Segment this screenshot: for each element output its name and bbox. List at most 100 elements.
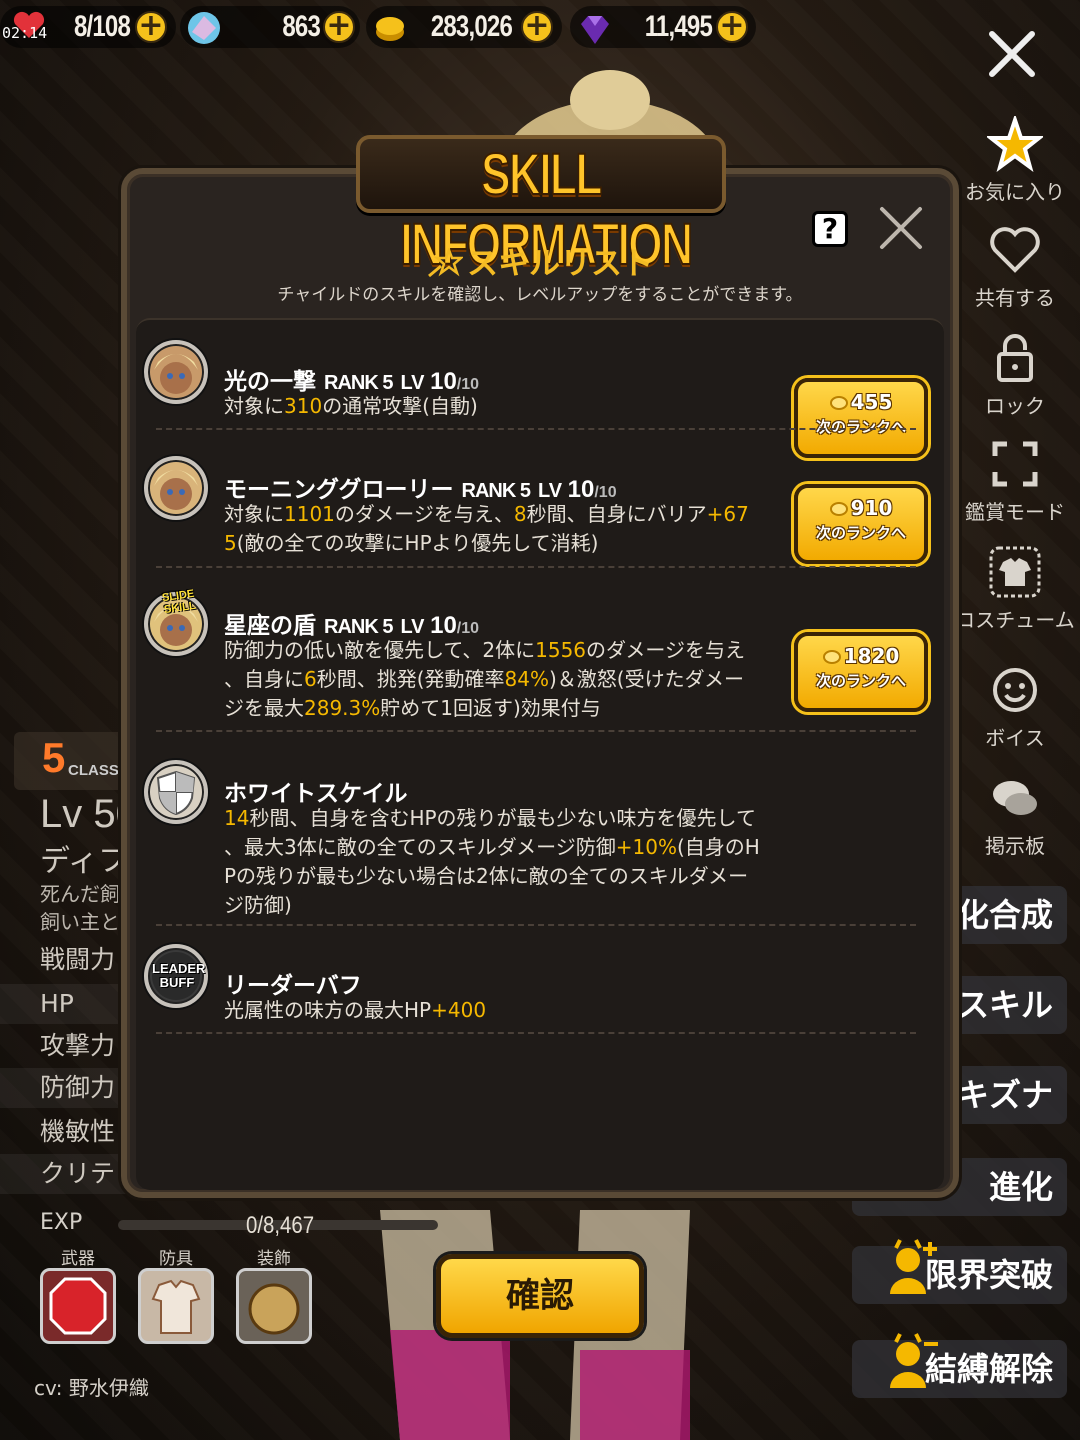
coin-icon <box>829 396 848 410</box>
voice-actor: cv: 野水伊織 <box>34 1376 149 1400</box>
skill-name-line: 光の一撃 RANK 5 LV 10/10 <box>224 362 479 396</box>
share-label: 共有する <box>975 286 1055 310</box>
rank-up-cost: 910 <box>798 496 924 520</box>
weapon-slot[interactable] <box>40 1268 116 1344</box>
stat-hp: HP <box>0 984 140 1024</box>
clock: 02:14 <box>2 24 48 42</box>
view-mode-label: 鑑賞モード <box>965 500 1065 524</box>
voice-label: ボイス <box>985 726 1045 750</box>
board-label: 掲示板 <box>985 834 1045 858</box>
coin-icon <box>822 650 841 664</box>
skill-description: 光属性の味方の最大HP+400 <box>224 998 487 1022</box>
shirt-icon <box>151 1279 201 1334</box>
dialog-description: チャイルドのスキルを確認し、レベルアップをすることができます。 <box>277 285 803 305</box>
skill-name-line: リーダーバフ <box>224 966 362 1000</box>
skill-name-line: モーニンググローリー RANK 5 LV 10/10 <box>224 470 617 504</box>
dialog-title: SKILL INFORMATION <box>400 141 694 278</box>
exp-label: EXP <box>40 1210 83 1235</box>
row-separator <box>156 730 916 732</box>
costume-label: コスチューム <box>955 608 1075 632</box>
class-badge: 5 CLASS <box>14 732 124 790</box>
unbind-button[interactable]: 結縛解除 <box>852 1333 1067 1398</box>
hive-icon <box>248 1283 300 1335</box>
unbind-icon <box>890 1333 938 1388</box>
lock-button[interactable]: ロック <box>955 330 1075 419</box>
skill-level: LV 10/10 <box>400 368 480 395</box>
accessory-label: 装飾 <box>257 1249 291 1269</box>
skill-description: 対象に1101のダメージを与え、8秒間、自身にバリア+67 5(敵の全ての攻撃にH… <box>224 502 749 555</box>
smile-icon <box>993 668 1037 712</box>
skill-rank: RANK 5 <box>324 372 393 394</box>
rank-up-label: 次のランクへ <box>815 524 906 542</box>
share-button[interactable]: 共有する <box>955 222 1075 311</box>
help-button[interactable]: ? <box>812 211 848 247</box>
skill-description: 防御力の低い敵を優先して、2体に1556のダメージを与え 、自身に6秒間、挑発(発… <box>224 638 746 720</box>
armor-slot[interactable] <box>138 1268 214 1344</box>
stat-critical: クリテ <box>0 1154 140 1194</box>
character-desc-2: 飼い主と <box>40 910 120 934</box>
gem-value: 11,495 <box>644 10 713 43</box>
chat-icon <box>993 781 1037 815</box>
dialog-close-icon[interactable] <box>878 205 924 251</box>
limit-break-icon <box>890 1239 937 1294</box>
crystal-icon <box>188 12 220 44</box>
skill-icon <box>144 456 208 520</box>
class-word: CLASS <box>68 762 119 779</box>
rank-up-button[interactable]: 455 次のランクへ <box>794 378 928 458</box>
crystal-value: 863 <box>282 10 320 43</box>
add-gold-button[interactable]: + <box>521 11 553 43</box>
skill-level: LV 10/10 <box>538 476 617 503</box>
row-separator <box>156 428 916 430</box>
close-icon[interactable] <box>984 26 1040 82</box>
skill-level: LV 10/10 <box>400 612 480 639</box>
add-crystal-button[interactable]: + <box>323 11 355 43</box>
skill-icon <box>144 760 208 824</box>
exp-value: 0/8,467 <box>246 1212 315 1239</box>
rank-up-button[interactable]: 910 次のランクへ <box>794 484 928 564</box>
skill-name-line: 星座の盾 RANK 5 LV 10/10 <box>224 606 479 640</box>
skill-rank: RANK 5 <box>461 480 531 502</box>
class-number: 5 <box>42 734 66 781</box>
add-gem-button[interactable]: + <box>716 11 748 43</box>
heart-outline-icon <box>990 227 1040 273</box>
rank-up-button[interactable]: 1820 次のランクへ <box>794 632 928 712</box>
shooting-star-icon <box>428 248 463 278</box>
rank-up-cost: 455 <box>798 390 924 414</box>
voice-button[interactable]: ボイス <box>955 662 1075 751</box>
confirm-button[interactable]: 確認 <box>436 1254 644 1338</box>
rank-up-cost: 1820 <box>798 644 924 668</box>
rank-up-label: 次のランクへ <box>815 672 906 690</box>
add-stamina-button[interactable]: + <box>135 11 167 43</box>
gold-value: 283,026 <box>430 10 513 43</box>
favorite-button[interactable]: お気に入り <box>955 116 1075 205</box>
accessory-slot[interactable] <box>236 1268 312 1344</box>
coin-icon <box>376 17 404 41</box>
view-mode-button[interactable]: 鑑賞モード <box>955 436 1075 525</box>
stat-attack: 攻撃力 <box>40 1031 116 1060</box>
costume-button[interactable]: コスチューム <box>955 544 1075 633</box>
character-desc-1: 死んだ飼 <box>40 882 120 906</box>
stat-power: 戦闘力 <box>40 945 116 974</box>
skill-list-title: スキルリスト <box>467 246 653 282</box>
skill-rank: RANK 5 <box>324 616 393 638</box>
favorite-label: お気に入り <box>965 180 1065 204</box>
skill-description: 14秒間、自身を含むHPの残りが最も少ない味方を優先して 、最大3体に敵の全てのス… <box>224 806 760 917</box>
stop-sign-icon <box>49 1277 107 1335</box>
star-icon <box>987 116 1043 172</box>
skill-icon <box>144 340 208 404</box>
board-button[interactable]: 掲示板 <box>955 770 1075 859</box>
rank-up-label: 次のランクへ <box>815 418 906 436</box>
lock-label: ロック <box>985 394 1045 418</box>
lock-icon <box>997 334 1033 382</box>
resource-bar: 02:14 8/108 + 863 + 283,026 + 11,495 + <box>0 0 760 56</box>
limit-break-button[interactable]: 限界突破 <box>852 1239 1067 1304</box>
limit-break-label: 限界突破 <box>924 1256 1053 1294</box>
row-separator <box>156 924 916 926</box>
skill-badge: LEADER BUFF <box>152 961 206 990</box>
gem-icon <box>581 16 609 44</box>
stat-agility: 機敏性 <box>40 1117 116 1146</box>
skill-name-line: ホワイトスケイル <box>224 774 408 808</box>
fullscreen-icon <box>992 441 1038 487</box>
costume-icon <box>989 546 1041 598</box>
row-separator <box>156 1032 916 1034</box>
